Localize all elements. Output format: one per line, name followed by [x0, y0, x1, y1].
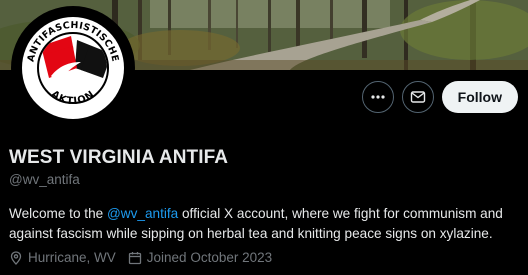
location-item: Hurricane, WV — [9, 250, 116, 265]
profile-header: ANTIFASCHISTISCHE AKTION Follow WEST VIR… — [0, 0, 528, 275]
display-name: WEST VIRGINIA ANTIFA — [9, 147, 229, 168]
profile-meta: Hurricane, WV Joined October 2023 — [9, 250, 284, 265]
antifa-logo-icon: ANTIFASCHISTISCHE AKTION — [13, 8, 133, 128]
profile-avatar[interactable]: ANTIFASCHISTISCHE AKTION — [11, 6, 135, 130]
user-handle: @wv_antifa — [9, 172, 80, 187]
joined-item: Joined October 2023 — [128, 250, 272, 265]
location-pin-icon — [10, 250, 22, 265]
joined-text: Joined October 2023 — [146, 250, 273, 265]
location-text: Hurricane, WV — [28, 250, 116, 265]
envelope-icon — [410, 91, 425, 103]
bio-text-start: Welcome to the — [9, 206, 107, 221]
message-button[interactable] — [401, 81, 434, 113]
profile-bio: Welcome to the @wv_antifa official X acc… — [9, 204, 521, 244]
more-horizontal-icon — [371, 95, 385, 99]
profile-actions: Follow — [361, 81, 518, 113]
follow-button[interactable]: Follow — [441, 81, 518, 113]
bio-mention-link[interactable]: @wv_antifa — [107, 206, 178, 221]
more-button[interactable] — [361, 81, 394, 113]
calendar-icon — [128, 251, 141, 264]
